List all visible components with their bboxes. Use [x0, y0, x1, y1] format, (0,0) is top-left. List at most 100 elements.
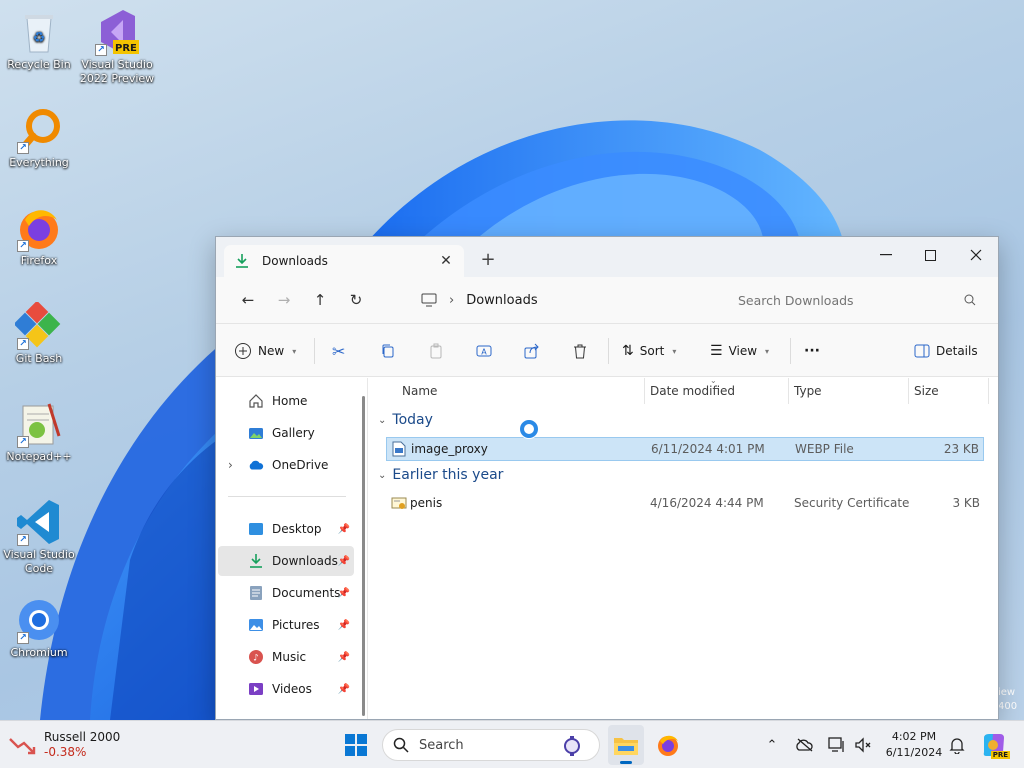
nav-item-videos[interactable]: Videos 📌	[218, 674, 354, 704]
group-header-today[interactable]: ⌄ Today	[378, 412, 433, 428]
desktop-icon-visual-studio-2022-preview[interactable]: PRE ↗ Visual Studio 2022 Preview	[78, 8, 156, 86]
group-header-earlier-this-year[interactable]: ⌄ Earlier this year	[378, 467, 503, 483]
pin-icon[interactable]: 📌	[338, 588, 350, 599]
share-button[interactable]	[524, 336, 540, 366]
column-divider[interactable]	[908, 378, 909, 404]
nav-item-documents[interactable]: Documents 📌	[218, 578, 354, 608]
desktop-folder-icon	[248, 521, 264, 537]
desktop-icon-everything[interactable]: ↗ Everything	[0, 106, 78, 170]
rename-icon: A	[476, 345, 492, 357]
volume-tray-button[interactable]	[852, 735, 874, 755]
windows-logo-icon	[345, 734, 367, 756]
new-button[interactable]: New ▾	[234, 336, 296, 366]
taskbar-file-explorer[interactable]	[608, 725, 644, 765]
nav-item-home[interactable]: Home	[218, 386, 354, 416]
onedrive-tray-button[interactable]	[794, 735, 816, 755]
breadcrumb-downloads[interactable]: Downloads	[466, 293, 537, 308]
desktop-icon-git-bash[interactable]: ↗ Git Bash	[0, 300, 78, 366]
search-icon	[964, 294, 976, 306]
pin-icon[interactable]: 📌	[338, 684, 350, 695]
pin-icon[interactable]: 📌	[338, 524, 350, 535]
more-options-button[interactable]: ···	[804, 336, 820, 366]
maximize-button[interactable]	[908, 241, 952, 269]
column-divider[interactable]	[988, 378, 989, 404]
details-pane-button[interactable]: Details	[914, 336, 978, 366]
back-button[interactable]: ←	[230, 285, 266, 315]
details-pane-icon	[914, 344, 930, 358]
arrow-left-icon: ←	[241, 291, 255, 309]
nav-pane-scrollbar[interactable]	[362, 396, 365, 716]
navigation-pane: Home Gallery › OneDrive Desktop 📌 Downlo…	[216, 378, 368, 719]
everything-search-icon: ↗	[15, 106, 63, 154]
notifications-button[interactable]	[946, 735, 968, 755]
pin-icon[interactable]: 📌	[338, 652, 350, 663]
desktop-icon-chromium[interactable]: ↗ Chromium	[0, 596, 78, 660]
up-button[interactable]: ↑	[302, 285, 338, 315]
refresh-button[interactable]: ↻	[338, 285, 374, 315]
firefox-icon: ↗	[15, 204, 63, 252]
rename-button[interactable]: A	[476, 336, 492, 366]
refresh-icon: ↻	[349, 291, 363, 309]
chevron-down-icon: ▾	[672, 346, 677, 356]
pictures-icon	[248, 617, 264, 633]
arrow-up-icon: ↑	[313, 291, 327, 309]
new-tab-button[interactable]: +	[478, 249, 498, 270]
pin-icon[interactable]: 📌	[338, 620, 350, 631]
chevron-down-icon: ▾	[765, 346, 770, 356]
nav-item-downloads[interactable]: Downloads 📌	[218, 546, 354, 576]
pin-icon[interactable]: 📌	[338, 556, 350, 567]
file-row[interactable]: penis 4/16/2024 4:44 PM Security Certifi…	[386, 492, 984, 516]
delete-button[interactable]	[572, 336, 588, 366]
desktop-icon-notepad-plus-plus[interactable]: ↗ Notepad++	[0, 400, 78, 464]
breadcrumb[interactable]: › Downloads	[421, 284, 721, 316]
minimize-button[interactable]	[864, 241, 908, 269]
tab-close-button[interactable]: ✕	[438, 253, 454, 269]
column-header-date-modified[interactable]: Date modified	[650, 378, 735, 404]
column-header-type[interactable]: Type	[794, 378, 822, 404]
search-input[interactable]	[738, 292, 964, 308]
taskbar-firefox[interactable]	[652, 729, 684, 761]
column-header-name[interactable]: Name	[402, 378, 437, 404]
this-pc-icon	[421, 293, 437, 307]
stocks-widget[interactable]: Russell 2000 -0.38%	[8, 727, 120, 763]
column-header-size[interactable]: Size	[914, 378, 939, 404]
nav-item-gallery[interactable]: Gallery	[218, 418, 354, 448]
nav-item-desktop[interactable]: Desktop 📌	[218, 514, 354, 544]
shortcut-arrow-icon: ↗	[17, 534, 29, 546]
tab-downloads[interactable]: Downloads ✕	[224, 245, 464, 277]
nav-item-onedrive[interactable]: › OneDrive	[218, 450, 354, 480]
column-divider[interactable]	[644, 378, 645, 404]
explorer-content: Home Gallery › OneDrive Desktop 📌 Downlo…	[216, 376, 998, 719]
sort-button[interactable]: ⇅ Sort ▾	[622, 336, 676, 366]
column-divider[interactable]	[788, 378, 789, 404]
view-button[interactable]: ☰ View ▾	[710, 336, 769, 366]
desktop-icon-visual-studio-code[interactable]: ↗ Visual Studio Code	[0, 498, 78, 576]
svg-text:♻: ♻	[33, 30, 46, 46]
copy-button[interactable]	[380, 336, 396, 366]
arrow-right-icon: →	[277, 291, 291, 309]
shortcut-arrow-icon: ↗	[17, 436, 29, 448]
desktop-icon-firefox[interactable]: ↗ Firefox	[0, 204, 78, 268]
git-bash-icon: ↗	[13, 300, 63, 350]
network-tray-button[interactable]	[826, 735, 848, 755]
search-icon	[393, 737, 409, 753]
search-box[interactable]	[726, 284, 988, 316]
toolbar-divider	[790, 338, 791, 364]
shortcut-arrow-icon: ↗	[95, 44, 107, 56]
nav-item-music[interactable]: ♪ Music 📌	[218, 642, 354, 672]
taskbar-search-box[interactable]: Search	[382, 729, 600, 761]
taskbar-clock[interactable]: 4:02 PM 6/11/2024	[880, 729, 948, 761]
certificate-file-icon	[391, 495, 407, 514]
share-icon	[524, 343, 539, 359]
chevron-right-icon[interactable]: ›	[228, 458, 233, 472]
paste-button[interactable]	[428, 336, 444, 366]
show-hidden-icons-button[interactable]: ⌃	[762, 735, 782, 755]
nav-item-pictures[interactable]: Pictures 📌	[218, 610, 354, 640]
forward-button[interactable]: →	[266, 285, 302, 315]
file-row[interactable]: image_proxy 6/11/2024 4:01 PM WEBP File …	[386, 437, 984, 461]
start-button[interactable]	[340, 729, 372, 761]
desktop-icon-recycle-bin[interactable]: ♻ Recycle Bin	[0, 8, 78, 72]
close-button[interactable]	[954, 241, 998, 269]
copilot-button[interactable]: PRE	[978, 729, 1010, 761]
cut-button[interactable]: ✂	[332, 336, 345, 366]
